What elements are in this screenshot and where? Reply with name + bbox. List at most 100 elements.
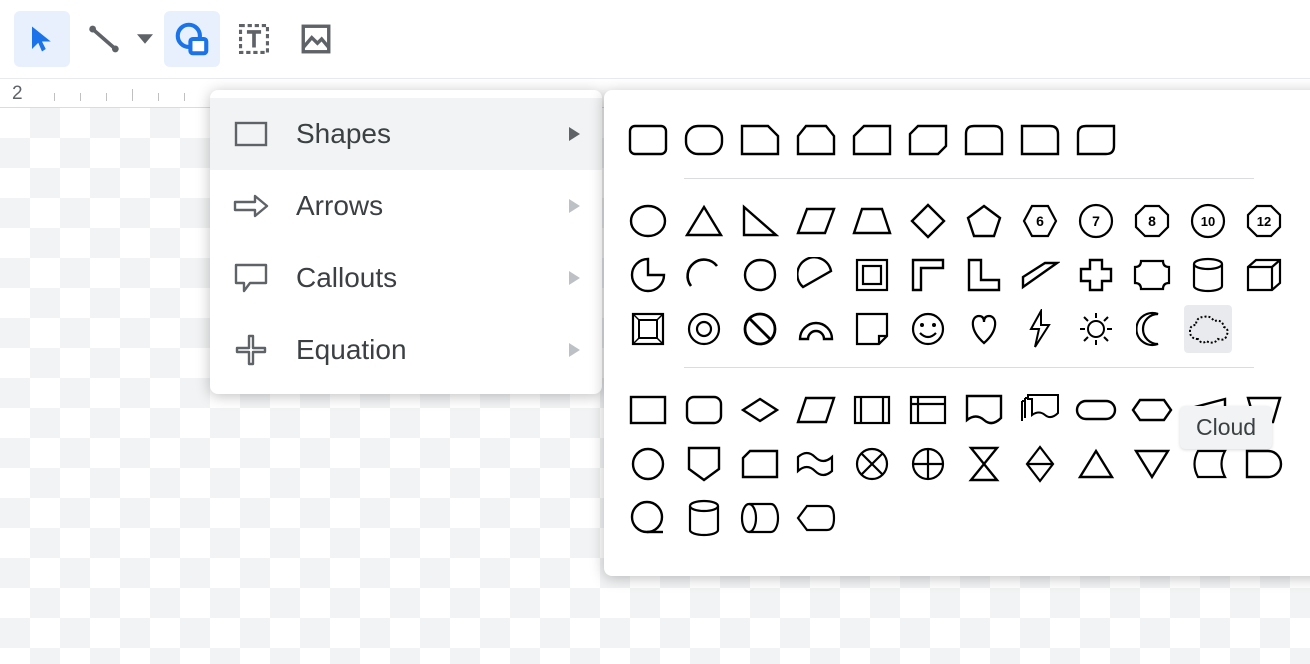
shape-trapezoid[interactable] xyxy=(848,197,896,245)
shape-chord[interactable] xyxy=(792,251,840,299)
shape-flow-decision[interactable] xyxy=(736,386,784,434)
textbox-tool[interactable] xyxy=(226,11,282,67)
submenu-arrow-icon xyxy=(569,271,580,285)
submenu-arrow-icon xyxy=(569,127,580,141)
shape-oval[interactable] xyxy=(624,197,672,245)
shape-menu: Shapes Arrows Callouts Equation xyxy=(210,90,602,394)
shape-block-arc[interactable] xyxy=(792,305,840,353)
shape-round-top-2[interactable] xyxy=(1016,116,1064,164)
shape-rounded-rect[interactable] xyxy=(624,116,672,164)
shapes-gallery: 6 7 8 10 12 xyxy=(604,90,1310,576)
shape-flow-predefined[interactable] xyxy=(848,386,896,434)
shape-folded-corner[interactable] xyxy=(848,305,896,353)
shape-heart[interactable] xyxy=(960,305,1008,353)
shape-cloud[interactable] xyxy=(1184,305,1232,353)
toolbar xyxy=(0,0,1310,79)
shape-hexagon-6[interactable]: 6 xyxy=(1016,197,1064,245)
shape-flow-tape[interactable] xyxy=(792,440,840,488)
ruler-label: 2 xyxy=(12,83,23,105)
shape-bevel[interactable] xyxy=(624,305,672,353)
shape-rounded-rect-2[interactable] xyxy=(680,116,728,164)
shape-flow-prep[interactable] xyxy=(1128,386,1176,434)
shape-flow-data[interactable] xyxy=(792,386,840,434)
shape-pentagon[interactable] xyxy=(960,197,1008,245)
shapes-icon xyxy=(232,115,270,153)
shape-lightning[interactable] xyxy=(1016,305,1064,353)
submenu-arrow-icon xyxy=(569,343,580,357)
shape-flow-rect[interactable] xyxy=(624,386,672,434)
menu-label: Shapes xyxy=(296,118,543,150)
divider xyxy=(684,367,1254,368)
shape-snip-top-right[interactable] xyxy=(736,116,784,164)
shape-no-symbol[interactable] xyxy=(736,305,784,353)
shape-cross[interactable] xyxy=(1072,251,1120,299)
shape-snip-top[interactable] xyxy=(792,116,840,164)
shape-flow-document[interactable] xyxy=(960,386,1008,434)
shape-l-shape[interactable] xyxy=(960,251,1008,299)
arrows-icon xyxy=(232,187,270,225)
shape-flow-merge[interactable] xyxy=(1128,440,1176,488)
shape-diamond[interactable] xyxy=(904,197,952,245)
select-tool[interactable] xyxy=(14,11,70,67)
shape-flow-seq[interactable] xyxy=(624,494,672,542)
shape-triangle[interactable] xyxy=(680,197,728,245)
shape-flow-sort[interactable] xyxy=(1016,440,1064,488)
shape-flow-magnetic[interactable] xyxy=(680,494,728,542)
shape-snip-diag[interactable] xyxy=(904,116,952,164)
menu-item-callouts[interactable]: Callouts xyxy=(210,242,602,314)
shape-flow-multidoc[interactable] xyxy=(1016,386,1064,434)
divider xyxy=(684,178,1254,179)
menu-item-arrows[interactable]: Arrows xyxy=(210,170,602,242)
shape-plaque[interactable] xyxy=(1128,251,1176,299)
shape-flow-round-rect[interactable] xyxy=(680,386,728,434)
shape-flow-sum[interactable] xyxy=(848,440,896,488)
line-tool[interactable] xyxy=(76,11,132,67)
shape-half-frame[interactable] xyxy=(904,251,952,299)
shape-flow-extract[interactable] xyxy=(1072,440,1120,488)
shape-flow-display[interactable] xyxy=(792,494,840,542)
image-tool[interactable] xyxy=(288,11,344,67)
shape-flow-terminator[interactable] xyxy=(1072,386,1120,434)
svg-text:7: 7 xyxy=(1092,213,1100,229)
shape-tool[interactable] xyxy=(164,11,220,67)
menu-label: Equation xyxy=(296,334,543,366)
submenu-arrow-icon xyxy=(569,199,580,213)
shape-teardrop[interactable] xyxy=(736,251,784,299)
shape-can[interactable] xyxy=(1184,251,1232,299)
shape-parallelogram[interactable] xyxy=(792,197,840,245)
shape-flow-internal[interactable] xyxy=(904,386,952,434)
shape-round-top[interactable] xyxy=(960,116,1008,164)
shape-flow-direct[interactable] xyxy=(736,494,784,542)
shape-snip-top-left[interactable] xyxy=(848,116,896,164)
shape-donut[interactable] xyxy=(680,305,728,353)
shape-flow-offpage[interactable] xyxy=(680,440,728,488)
shape-moon[interactable] xyxy=(1128,305,1176,353)
shape-diag-stripe[interactable] xyxy=(1016,251,1064,299)
shape-flow-connector[interactable] xyxy=(624,440,672,488)
shape-frame[interactable] xyxy=(848,251,896,299)
shape-octagon-8[interactable]: 8 xyxy=(1128,197,1176,245)
shape-flow-or[interactable] xyxy=(904,440,952,488)
shape-smiley[interactable] xyxy=(904,305,952,353)
menu-item-equation[interactable]: Equation xyxy=(210,314,602,386)
svg-text:6: 6 xyxy=(1036,213,1044,229)
shape-group-flow-3 xyxy=(624,494,1310,542)
shape-right-triangle[interactable] xyxy=(736,197,784,245)
shape-pie[interactable] xyxy=(624,251,672,299)
shape-heptagon-7[interactable]: 7 xyxy=(1072,197,1120,245)
shape-decagon-10[interactable]: 10 xyxy=(1184,197,1232,245)
shape-round-diag[interactable] xyxy=(1072,116,1120,164)
equation-icon xyxy=(232,331,270,369)
callouts-icon xyxy=(232,259,270,297)
menu-item-shapes[interactable]: Shapes xyxy=(210,98,602,170)
shape-group-basic-1: 6 7 8 10 12 xyxy=(624,197,1310,245)
shape-group-rounded xyxy=(624,116,1310,164)
shape-sun[interactable] xyxy=(1072,305,1120,353)
svg-text:8: 8 xyxy=(1148,213,1156,229)
shape-cube[interactable] xyxy=(1240,251,1288,299)
shape-dodecagon-12[interactable]: 12 xyxy=(1240,197,1288,245)
shape-flow-card[interactable] xyxy=(736,440,784,488)
line-tool-dropdown[interactable] xyxy=(132,11,158,67)
shape-flow-collate[interactable] xyxy=(960,440,1008,488)
shape-arc[interactable] xyxy=(680,251,728,299)
